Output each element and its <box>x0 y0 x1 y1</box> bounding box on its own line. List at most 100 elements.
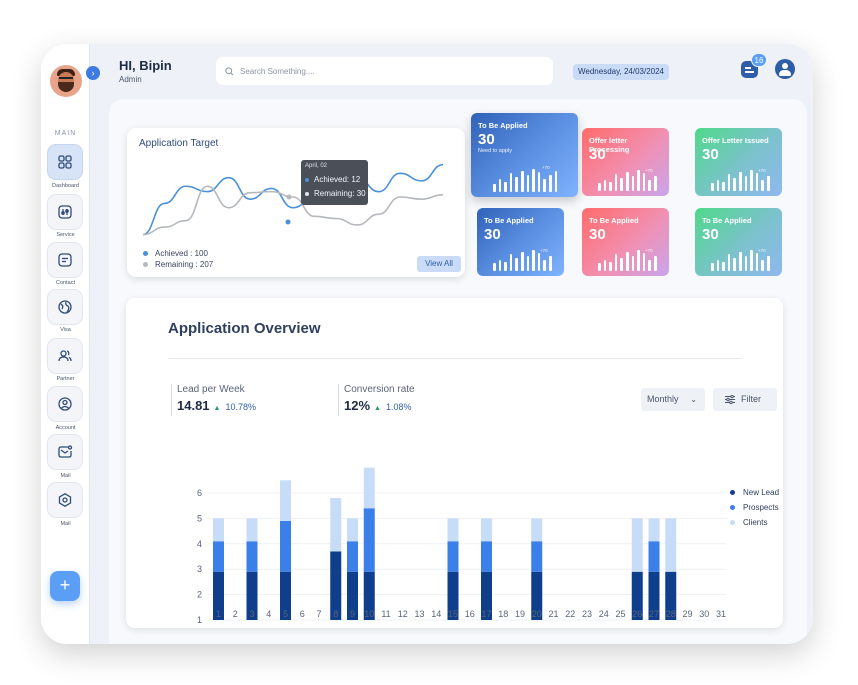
legend-remaining: Remaining : 207 <box>143 260 213 269</box>
y-tick-label: 5 <box>197 513 202 523</box>
sparkline-bar <box>526 255 530 271</box>
legend-label: Prospects <box>743 503 779 512</box>
chart-tooltip: April, 02 Achieved: 12 Remaining: 30 <box>301 160 368 205</box>
x-tick-label: 31 <box>716 609 726 619</box>
legend-item: Clients <box>730 518 767 527</box>
stat-card[interactable]: Offer Letter Issued 30 +70 <box>695 128 782 196</box>
stat-title: To Be Applied <box>589 216 639 225</box>
stat-title: To Be Applied <box>478 121 528 130</box>
x-tick-label: 20 <box>532 609 542 619</box>
sidebar-item-partner[interactable] <box>47 338 83 374</box>
stat-value: 30 <box>702 226 719 243</box>
highlight-point <box>286 194 292 200</box>
sparkline-bar <box>733 257 736 271</box>
sparkline-bar <box>648 179 651 191</box>
settings-icon <box>58 493 72 507</box>
sparkline-bar <box>620 177 623 191</box>
sparkline-bar <box>761 259 764 271</box>
stat-card[interactable]: To Be Applied 30 +70 <box>477 208 564 276</box>
target-line-chart <box>142 163 444 236</box>
x-tick-label: 5 <box>283 609 288 619</box>
sidebar-item-label: Visa <box>60 327 71 333</box>
profile-icon[interactable] <box>775 59 795 79</box>
sparkline-bar <box>733 177 736 191</box>
sparkline-bar <box>642 172 646 191</box>
sidebar-item-mail[interactable] <box>47 434 83 470</box>
x-tick-label: 7 <box>316 609 321 619</box>
user-role: Admin <box>119 75 142 84</box>
chevron-right-icon: › <box>91 68 95 78</box>
sparkline-bar <box>603 179 607 191</box>
x-tick-label: 11 <box>381 609 390 619</box>
sidebar-item-account[interactable] <box>47 386 83 422</box>
app-window: MAIN Dashboard Service Contact Visa Part… <box>41 44 813 644</box>
legend-swatch <box>730 520 735 525</box>
sparkline-bar <box>614 253 618 271</box>
sidebar-item-service[interactable] <box>47 194 83 230</box>
x-tick-label: 29 <box>682 609 692 619</box>
sparkline-bar <box>722 181 725 191</box>
card-title: Application Target <box>139 138 219 149</box>
sidebar-toggle-button[interactable]: › <box>86 66 100 80</box>
x-tick-label: 2 <box>233 609 238 619</box>
search-bar[interactable] <box>216 57 553 85</box>
stat-card[interactable]: To Be Applied 30 +70 <box>582 208 669 276</box>
x-tick-label: 22 <box>565 609 575 619</box>
sidebar-item-visa[interactable] <box>47 289 83 325</box>
x-tick-label: 28 <box>666 609 676 619</box>
stat-card[interactable]: To Be Applied 30 +70 <box>695 208 782 276</box>
bar-prospects <box>363 508 375 572</box>
sparkline-bar <box>548 255 552 271</box>
stat-title: Offer Letter Issued <box>702 136 769 145</box>
sidebar-item-label: Dashboard <box>52 183 79 189</box>
bar-clients <box>648 518 660 542</box>
globe-icon <box>58 300 72 314</box>
x-tick-label: 21 <box>548 609 558 619</box>
notification-count-badge: 16 <box>751 53 767 67</box>
sparkline-bar <box>609 181 612 191</box>
sparkline-bar <box>744 175 748 191</box>
sparkline-bar <box>554 171 558 192</box>
sparkline-bars <box>493 168 558 192</box>
sparkline-bars <box>711 170 770 191</box>
sparkline-bar <box>637 170 640 191</box>
bar-prospects <box>246 541 258 572</box>
contact-icon <box>58 253 72 267</box>
sparkline-bar <box>716 259 720 271</box>
bar-clients <box>280 480 291 521</box>
sidebar-item-contact[interactable] <box>47 242 83 278</box>
account-icon <box>58 397 72 411</box>
bar-clients <box>330 498 342 552</box>
sparkline-bar <box>766 175 770 191</box>
sparkline-bar <box>603 259 607 271</box>
sparkline-bar <box>755 172 759 191</box>
sparkline-bar <box>766 255 770 271</box>
sparkline-bar <box>642 252 646 271</box>
sidebar-item-dashboard[interactable] <box>47 144 83 180</box>
application-overview-card: Application Overview Lead per Week 14.81… <box>126 298 783 628</box>
stat-card[interactable]: To Be Applied 30 Need to apply +70 <box>471 113 578 197</box>
partner-icon <box>58 350 72 362</box>
view-all-button[interactable]: View All <box>417 256 461 272</box>
sparkline-bar <box>738 172 742 191</box>
bar-clients <box>347 518 358 542</box>
sparkline-bar <box>727 253 731 271</box>
sparkline-bar <box>750 170 753 191</box>
x-tick-label: 19 <box>515 609 525 619</box>
search-icon <box>225 66 234 75</box>
sidebar-item-mail-settings[interactable] <box>47 482 83 518</box>
sidebar-item-label: Mail <box>60 473 71 479</box>
sparkline-bar <box>711 263 714 271</box>
mail-icon <box>58 445 73 458</box>
stat-title: To Be Applied <box>702 216 752 225</box>
sparkline-bar <box>637 250 640 271</box>
stat-card[interactable]: Offer letter Processing 30 +70 <box>582 128 669 196</box>
overview-bar-chart: 1234561 2 3 4 5 6 7 8 9 10 11 12 13 14 15 16 17 18 19 20 21 2… <box>197 467 726 625</box>
add-button[interactable]: + <box>50 571 80 601</box>
date-badge: Wednesday, 24/03/2024 <box>573 64 669 80</box>
sidebar: MAIN Dashboard Service Contact Visa Part… <box>41 44 90 644</box>
sidebar-item-label: Account <box>55 425 76 431</box>
sparkline-bar <box>515 177 518 192</box>
avatar[interactable] <box>50 65 82 97</box>
search-input[interactable] <box>240 66 540 76</box>
